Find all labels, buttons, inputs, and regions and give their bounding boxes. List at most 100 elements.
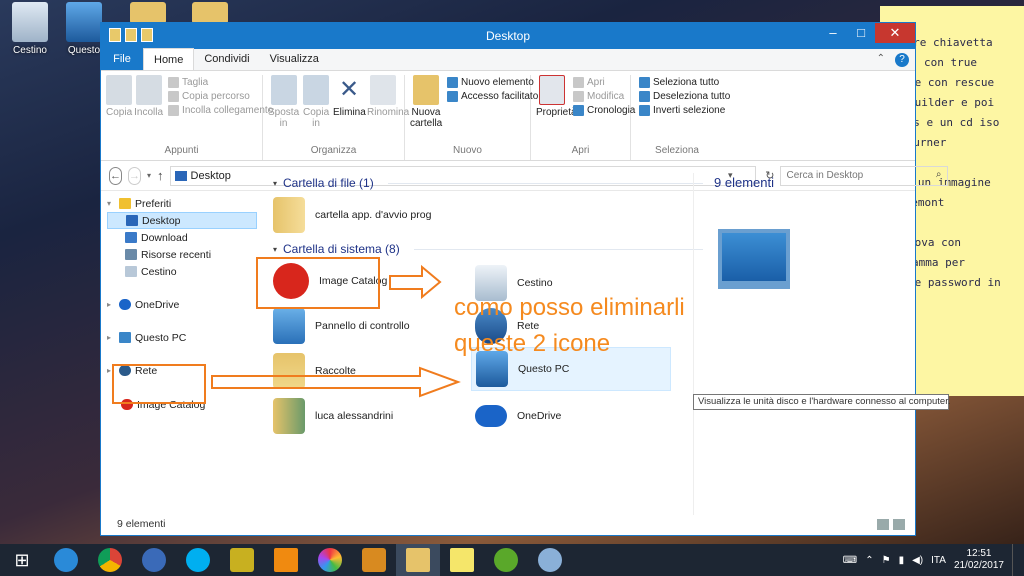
taskbar-app-ie[interactable] (44, 544, 88, 576)
chevron-right-icon[interactable]: ▸ (107, 333, 115, 342)
taskbar-app-explorer[interactable] (396, 544, 440, 576)
nav-label: Questo PC (135, 331, 187, 344)
open-button[interactable]: Apri (573, 77, 635, 88)
clock-date: 21/02/2017 (953, 560, 1004, 571)
paste-shortcut-label: Incolla collegamento (182, 105, 274, 116)
cut-button[interactable]: Taglia (168, 77, 273, 88)
title-bar[interactable]: Desktop – □ ✕ (101, 23, 915, 49)
section-header-files[interactable]: ▾ Cartella di file (1) (263, 173, 703, 193)
help-icon[interactable]: ? (895, 53, 909, 67)
taskbar-app-utorrent[interactable] (484, 544, 528, 576)
app-icon (362, 548, 386, 572)
item-label: Pannello di controllo (315, 320, 410, 332)
item-label: Questo PC (518, 363, 570, 375)
search-icon[interactable]: ⌕ (936, 169, 942, 180)
taskbar-app-picasa[interactable] (308, 544, 352, 576)
nav-desktop[interactable]: Desktop (107, 212, 257, 229)
volume-icon[interactable]: ◀) (912, 555, 923, 566)
clock-time: 12:51 (966, 548, 992, 559)
desktop-icon (126, 215, 138, 226)
libraries-folder-icon (273, 353, 305, 389)
select-none-button[interactable]: Deseleziona tutto (639, 91, 730, 102)
language-indicator[interactable]: ITA (931, 555, 946, 566)
explorer-window[interactable]: Desktop – □ ✕ File Home Condividi Visual… (100, 22, 950, 536)
easy-access-button[interactable]: Accesso facilitato (447, 91, 538, 102)
taskbar-app-sticky-notes[interactable] (440, 544, 484, 576)
taskbar-app-google-earth[interactable] (132, 544, 176, 576)
notifications-icon[interactable] (1012, 544, 1016, 576)
nav-label: Cestino (141, 265, 177, 278)
close-button[interactable]: ✕ (875, 23, 915, 43)
delete-label: Elimina (333, 107, 366, 118)
group-open: Proprietà Apri Modifica Cronologia Apri (531, 75, 635, 160)
copy-to-label: Copia in (303, 107, 330, 129)
list-item-onedrive[interactable]: OneDrive (475, 394, 561, 438)
nav-download[interactable]: Download (101, 229, 257, 246)
nav-onedrive[interactable]: ▸ OneDrive (101, 296, 257, 313)
maximize-button[interactable]: □ (847, 23, 875, 43)
section-label: Cartella di sistema (8) (283, 242, 400, 256)
nav-recent[interactable]: Risorse recenti (101, 246, 257, 263)
taskbar-app-skype[interactable] (176, 544, 220, 576)
download-icon (125, 232, 137, 243)
details-view-icon[interactable] (877, 519, 889, 530)
tab-file[interactable]: File (101, 48, 143, 70)
navigation-pane: ▾ Preferiti Desktop Download Risorse rece… (101, 193, 257, 515)
new-item-button[interactable]: Nuovo elemento (447, 77, 538, 88)
chevron-down-icon: ▾ (273, 244, 278, 254)
paste-icon (135, 75, 162, 105)
paste-shortcut-button[interactable]: Incolla collegamento (168, 105, 273, 116)
back-button[interactable]: ← (109, 166, 122, 185)
chevron-down-icon[interactable]: ▾ (107, 199, 115, 208)
this-pc-icon (119, 332, 131, 343)
taskbar-app-vlc[interactable] (264, 544, 308, 576)
start-button[interactable]: ⊞ (0, 544, 44, 576)
tab-home[interactable]: Home (143, 48, 195, 70)
edit-button[interactable]: Modifica (573, 91, 635, 102)
forward-button[interactable]: → (128, 166, 141, 185)
properties-label: Proprietà (536, 107, 577, 118)
taskbar-app[interactable] (352, 544, 396, 576)
nav-favorites[interactable]: ▾ Preferiti (101, 195, 257, 212)
group-label: Apri (571, 145, 590, 156)
chevron-right-icon[interactable]: ▸ (107, 300, 115, 309)
status-bar: 9 elementi (101, 515, 915, 535)
chevron-up-icon[interactable]: ⌃ (877, 53, 885, 67)
section-header-system[interactable]: ▾ Cartella di sistema (8) (263, 239, 703, 259)
chevron-up-icon[interactable]: ⌃ (865, 555, 873, 566)
annotation-box-image-catalog-content (256, 257, 380, 309)
tab-view[interactable]: Visualizza (260, 48, 329, 70)
nav-label: Risorse recenti (141, 248, 212, 261)
taskbar-app-paint[interactable] (528, 544, 572, 576)
list-item-user[interactable]: luca alessandrini (273, 394, 393, 438)
nav-recycle-bin[interactable]: Cestino (101, 263, 257, 280)
desktop-icon-recycle-bin[interactable]: Cestino (4, 2, 56, 56)
keyboard-icon[interactable]: ⌨ (843, 555, 857, 566)
list-item-startup-folder[interactable]: cartella app. d'avvio prog (273, 193, 431, 237)
large-icons-view-icon[interactable] (893, 519, 905, 530)
taskbar-app-chrome[interactable] (88, 544, 132, 576)
chevron-down-icon[interactable]: ▾ (147, 171, 151, 180)
history-label: Cronologia (587, 105, 636, 116)
invert-selection-icon (639, 105, 650, 116)
item-label: cartella app. d'avvio prog (315, 209, 432, 221)
select-all-button[interactable]: Seleziona tutto (639, 77, 730, 88)
copy-path-button[interactable]: Copia percorso (168, 91, 273, 102)
network-icon[interactable]: ▮ (899, 555, 905, 566)
taskbar-app[interactable] (220, 544, 264, 576)
user-folder-icon (273, 398, 305, 434)
recycle-bin-icon (125, 266, 137, 277)
up-arrow-icon[interactable]: ↑ (157, 168, 164, 183)
invert-selection-button[interactable]: Inverti selezione (639, 105, 730, 116)
clock[interactable]: 12:51 21/02/2017 (954, 548, 1004, 572)
flag-icon[interactable]: ⚑ (882, 555, 891, 566)
group-label: Seleziona (655, 145, 699, 156)
minimize-button[interactable]: – (819, 23, 847, 43)
copy-path-icon (168, 91, 180, 102)
history-button[interactable]: Cronologia (573, 105, 635, 116)
details-pane: 9 elementi (693, 173, 915, 515)
list-item-control-panel[interactable]: Pannello di controllo (273, 304, 410, 348)
list-item-shortcuts[interactable]: Raccolte (273, 349, 356, 393)
nav-this-pc[interactable]: ▸ Questo PC (101, 329, 257, 346)
tab-share[interactable]: Condividi (194, 48, 259, 70)
